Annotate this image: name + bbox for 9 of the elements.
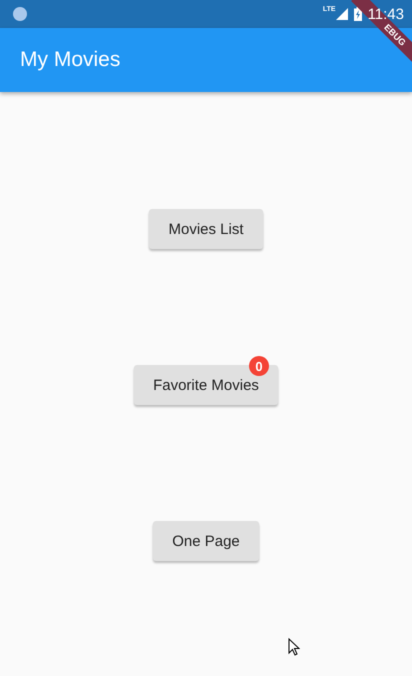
app-bar-title: My Movies [20,48,120,72]
nav-button[interactable]: Movies List [149,209,263,249]
count-badge: 0 [248,356,269,376]
nav-button[interactable]: One Page [153,521,259,561]
mouse-cursor-icon [288,638,300,656]
app-status-icon [12,6,28,22]
clock-time: 11:43 [368,6,404,22]
battery-icon [354,7,362,21]
signal-icon [336,8,348,20]
